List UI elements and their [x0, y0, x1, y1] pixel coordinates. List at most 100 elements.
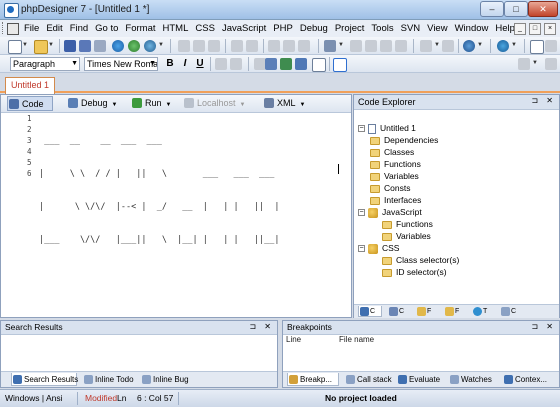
tab-class-browser[interactable]: C: [388, 306, 404, 317]
tree-item-classes[interactable]: Classes: [370, 147, 414, 157]
menu-window[interactable]: Window: [455, 23, 489, 34]
tree-item-js-variables[interactable]: Variables: [382, 231, 431, 241]
minimize-button[interactable]: ‒: [480, 1, 504, 17]
bookmark-next-icon[interactable]: [365, 40, 377, 52]
web-icon[interactable]: [128, 40, 140, 52]
menu-php[interactable]: PHP: [273, 23, 293, 34]
menu-help[interactable]: Help: [495, 23, 515, 34]
tab-untitled-1[interactable]: Untitled 1: [5, 77, 56, 94]
align-left-icon[interactable]: [215, 58, 227, 70]
collapse-icon[interactable]: −: [358, 125, 365, 133]
mdi-restore-button[interactable]: □: [529, 23, 541, 35]
misc-dropdown-icon[interactable]: ▼: [532, 60, 538, 66]
menu-debug[interactable]: Debug: [300, 23, 328, 34]
tab-search-results[interactable]: Search Results: [11, 373, 78, 386]
undo-icon[interactable]: [231, 40, 243, 52]
tree-item-dependencies[interactable]: Dependencies: [370, 135, 438, 145]
tab-file-browser[interactable]: F: [416, 306, 431, 317]
tree-item-javascript[interactable]: − JavaScript: [358, 207, 422, 218]
tab-inline-todo[interactable]: Inline Todo: [83, 373, 139, 386]
menu-find[interactable]: Find: [70, 23, 88, 34]
save-icon[interactable]: [64, 40, 76, 52]
tab-ftp[interactable]: F: [444, 306, 459, 317]
bold-button[interactable]: B: [163, 57, 177, 71]
cut-icon[interactable]: [178, 40, 190, 52]
debug-button[interactable]: Debug ▼: [67, 96, 122, 111]
xml-button[interactable]: XML ▼: [263, 96, 318, 111]
font-combo[interactable]: Times New Roma ▼: [84, 57, 158, 71]
tree-item-id-selectors[interactable]: ID selector(s): [382, 267, 447, 277]
bookmark-prev-icon[interactable]: [380, 40, 392, 52]
find-next-icon[interactable]: [298, 40, 310, 52]
pane-pin-close-buttons[interactable]: ⊐ ✕: [249, 322, 274, 331]
browser-preview-icon[interactable]: [112, 40, 124, 52]
link-icon[interactable]: [265, 58, 277, 70]
maximize-button[interactable]: □: [504, 1, 528, 17]
column-header-file-name[interactable]: File name: [339, 335, 374, 344]
pane-pin-close-buttons[interactable]: ⊐ ✕: [531, 96, 556, 105]
italic-button[interactable]: I: [178, 57, 192, 71]
project-icon[interactable]: [463, 40, 475, 52]
tab-breakpoints[interactable]: Breakp...: [287, 373, 339, 386]
align-center-icon[interactable]: [230, 58, 242, 70]
list-icon[interactable]: [312, 58, 326, 72]
code-view-button[interactable]: Code: [7, 96, 53, 111]
tree-item-interfaces[interactable]: Interfaces: [370, 195, 421, 205]
redo-icon[interactable]: [246, 40, 258, 52]
menu-edit[interactable]: Edit: [46, 23, 62, 34]
new-dropdown-icon[interactable]: ▼: [22, 42, 28, 48]
run-button[interactable]: Run ▼: [131, 96, 176, 111]
indent-dropdown-icon[interactable]: ▼: [338, 42, 344, 48]
localhost-button[interactable]: Localhost ▼: [183, 96, 258, 111]
image-icon[interactable]: [280, 58, 292, 70]
ftp-icon[interactable]: [497, 40, 509, 52]
table-icon[interactable]: [295, 58, 307, 70]
close-window-icon[interactable]: [545, 40, 557, 52]
pane-pin-close-buttons[interactable]: ⊐ ✕: [531, 322, 556, 331]
tree-item-variables[interactable]: Variables: [370, 171, 419, 181]
paragraph-style-combo[interactable]: Paragraph ▼: [10, 57, 80, 71]
code-text-area[interactable]: ___ __ __ ___ ___ | \ \ / / | || \ ___ _…: [39, 114, 280, 312]
tab-clips[interactable]: C: [500, 306, 516, 317]
menu-format[interactable]: Format: [125, 23, 155, 34]
open-dropdown-icon[interactable]: ▼: [48, 42, 54, 48]
tab-watches[interactable]: Watches: [449, 373, 501, 386]
column-header-line[interactable]: Line: [286, 335, 301, 344]
tab-code-explorer[interactable]: C: [358, 306, 382, 317]
collapse-icon[interactable]: −: [358, 209, 365, 217]
menu-project[interactable]: Project: [335, 23, 365, 34]
menu-javascript[interactable]: JavaScript: [222, 23, 266, 34]
indent-icon[interactable]: [324, 40, 336, 52]
mdi-close-button[interactable]: ×: [544, 23, 556, 35]
back-icon[interactable]: [420, 40, 432, 52]
tab-call-stack[interactable]: Call stack: [345, 373, 395, 386]
mdi-minimize-button[interactable]: _: [514, 23, 526, 35]
form-icon[interactable]: [333, 58, 347, 72]
menu-view[interactable]: View: [427, 23, 447, 34]
tab-evaluate[interactable]: Evaluate: [397, 373, 447, 386]
paste-icon[interactable]: [208, 40, 220, 52]
underline-button[interactable]: U: [193, 57, 207, 71]
forward-icon[interactable]: [442, 40, 454, 52]
tree-item-js-functions[interactable]: Functions: [382, 219, 433, 229]
replace-icon[interactable]: [283, 40, 295, 52]
tree-root[interactable]: − Untitled 1: [358, 123, 416, 134]
app-icon[interactable]: [4, 3, 19, 18]
menu-file[interactable]: File: [24, 23, 39, 34]
overflow-icon[interactable]: [545, 58, 557, 70]
misc-tool-icon[interactable]: [518, 58, 530, 70]
globe-icon[interactable]: [144, 40, 156, 52]
ftp-dropdown-icon[interactable]: ▼: [511, 42, 517, 48]
globe-dropdown-icon[interactable]: ▼: [158, 42, 164, 48]
bookmark-clear-icon[interactable]: [395, 40, 407, 52]
project-dropdown-icon[interactable]: ▼: [477, 42, 483, 48]
tree-item-css[interactable]: − CSS: [358, 243, 399, 254]
tab-inline-bug[interactable]: Inline Bug: [141, 373, 197, 386]
menu-css[interactable]: CSS: [195, 23, 215, 34]
save-all-icon[interactable]: [79, 40, 91, 52]
tree-item-consts[interactable]: Consts: [370, 183, 410, 193]
back-dropdown-icon[interactable]: ▼: [434, 42, 440, 48]
collapse-icon[interactable]: −: [358, 245, 365, 253]
new-file-icon[interactable]: [8, 40, 22, 54]
document-system-icon[interactable]: [7, 23, 19, 35]
